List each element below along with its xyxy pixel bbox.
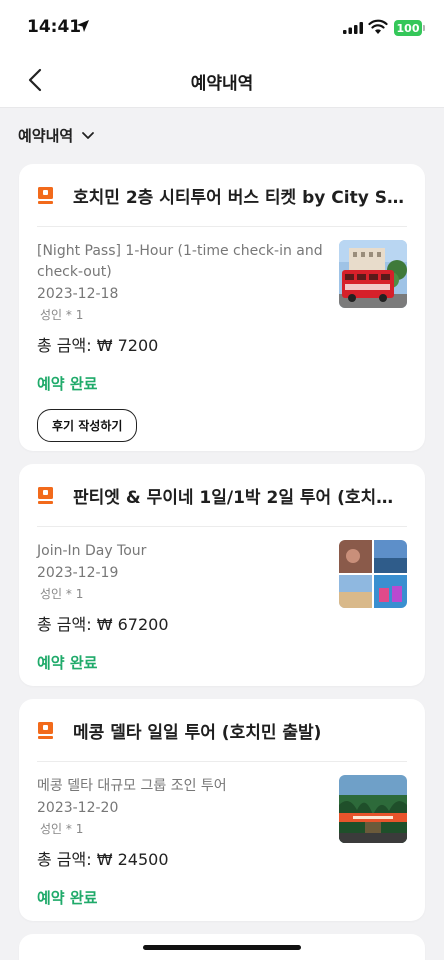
product-thumbnail[interactable] bbox=[339, 775, 407, 843]
passenger-count: 성인 * 1 bbox=[40, 308, 84, 322]
product-title[interactable]: 호치민 2층 시티투어 버스 티켓 by City Sightseeing bbox=[73, 183, 407, 208]
filter-label: 예약내역 bbox=[18, 127, 74, 145]
reservation-status: 예약 완료 bbox=[37, 889, 98, 907]
card-body: 메콩 델타 대규모 그룹 조인 투어 2023-12-20 성인 * 1 총 금… bbox=[19, 762, 425, 908]
total-amount: 총 금액: ₩ 67200 bbox=[37, 615, 169, 634]
product-title[interactable]: 판티엣 & 무이네 1일/1박 2일 투어 (호치민 출발) bbox=[73, 483, 407, 508]
card-body: [Night Pass] 1-Hour (1-time check-in and… bbox=[19, 227, 425, 442]
card-header: 메콩 델타 일일 투어 (호치민 출발) bbox=[19, 699, 425, 761]
ticket-icon bbox=[38, 721, 53, 739]
reservation-status: 예약 완료 bbox=[37, 375, 98, 393]
reservation-status: 예약 완료 bbox=[37, 654, 98, 672]
product-title[interactable]: 메콩 델타 일일 투어 (호치민 출발) bbox=[73, 718, 407, 743]
card-body: Join-In Day Tour 2023-12-19 성인 * 1 총 금액:… bbox=[19, 527, 425, 673]
home-indicator bbox=[143, 945, 301, 950]
ticket-icon bbox=[38, 186, 53, 204]
card-header: 판티엣 & 무이네 1일/1박 2일 투어 (호치민 출발) bbox=[19, 464, 425, 526]
reservation-card[interactable]: 판티엣 & 무이네 1일/1박 2일 투어 (호치민 출발) Join-In D… bbox=[19, 464, 425, 686]
battery-indicator: 100 bbox=[394, 20, 422, 36]
status-bar: 14:41 100 bbox=[0, 0, 444, 56]
top-bar: 14:41 100 예약내역 bbox=[0, 0, 444, 108]
cellular-signal-icon bbox=[343, 22, 363, 34]
wifi-icon bbox=[368, 19, 388, 34]
card-header: 호치민 2층 시티투어 버스 티켓 by City Sightseeing bbox=[19, 164, 425, 226]
battery-cap bbox=[423, 25, 425, 31]
total-amount: 총 금액: ₩ 7200 bbox=[37, 336, 159, 355]
page-title: 예약내역 bbox=[190, 74, 254, 94]
ticket-icon bbox=[38, 486, 53, 504]
location-arrow-icon bbox=[77, 20, 89, 32]
status-time: 14:41 bbox=[27, 17, 82, 37]
option-text: [Night Pass] 1-Hour (1-time check-in and… bbox=[37, 243, 323, 280]
option-text: 메콩 델타 대규모 그룹 조인 투어 bbox=[37, 778, 227, 794]
reservation-card[interactable]: 메콩 델타 일일 투어 (호치민 출발) 메콩 델타 대규모 그룹 조인 투어 … bbox=[19, 699, 425, 921]
chevron-down-icon bbox=[82, 131, 95, 139]
reservation-filter-dropdown[interactable]: 예약내역 bbox=[18, 125, 95, 146]
reservation-card[interactable]: 호치민 2층 시티투어 버스 티켓 by City Sightseeing [N… bbox=[19, 164, 425, 451]
option-text: Join-In Day Tour bbox=[37, 543, 147, 559]
total-amount: 총 금액: ₩ 24500 bbox=[37, 850, 169, 869]
product-thumbnail[interactable] bbox=[339, 240, 407, 308]
write-review-button[interactable]: 후기 작성하기 bbox=[37, 409, 138, 442]
product-thumbnail[interactable] bbox=[339, 540, 407, 608]
